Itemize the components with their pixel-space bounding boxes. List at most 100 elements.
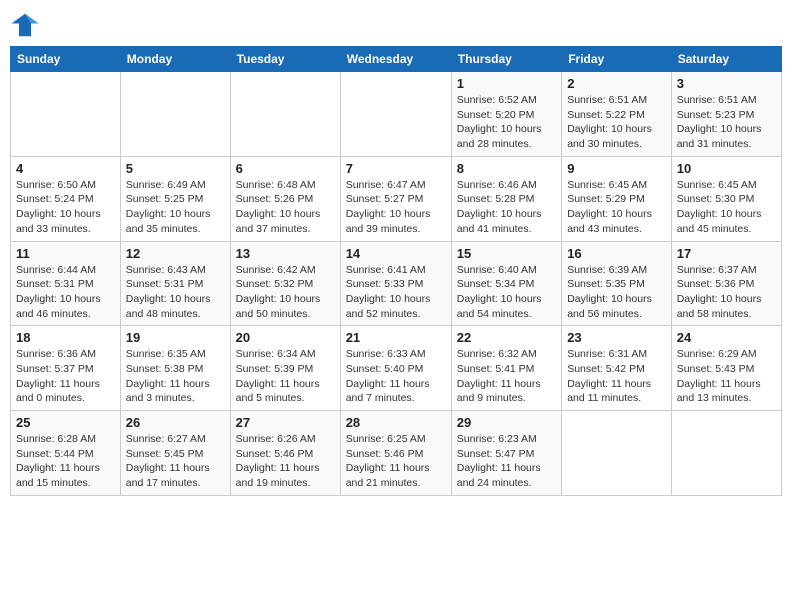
day-header-sunday: Sunday (11, 47, 121, 72)
calendar-cell: 18Sunrise: 6:36 AM Sunset: 5:37 PM Dayli… (11, 326, 121, 411)
calendar-cell: 1Sunrise: 6:52 AM Sunset: 5:20 PM Daylig… (451, 72, 561, 157)
day-number: 1 (457, 76, 556, 91)
day-number: 22 (457, 330, 556, 345)
calendar-cell: 25 Sunrise: 6:28 AM Sunset: 5:44 PM Dayli… (11, 411, 121, 496)
day-info: Sunrise: 6:49 AM Sunset: 5:25 PM Dayligh… (126, 178, 225, 237)
calendar-cell (120, 72, 230, 157)
day-header-saturday: Saturday (671, 47, 781, 72)
calendar-cell: 14Sunrise: 6:41 AM Sunset: 5:33 PM Dayli… (340, 241, 451, 326)
calendar-cell (671, 411, 781, 496)
calendar-cell: 26Sunrise: 6:27 AM Sunset: 5:45 PM Dayli… (120, 411, 230, 496)
calendar-cell: 4 Sunrise: 6:50 AM Sunset: 5:24 PM Daylig… (11, 156, 121, 241)
week-row-3: 11 Sunrise: 6:44 AM Sunset: 5:31 PM Dayli… (11, 241, 782, 326)
day-number: 20 (236, 330, 335, 345)
calendar-cell: 19 Sunrise: 6:35 AM Sunset: 5:38 PM Dayli… (120, 326, 230, 411)
day-header-wednesday: Wednesday (340, 47, 451, 72)
week-row-1: 1Sunrise: 6:52 AM Sunset: 5:20 PM Daylig… (11, 72, 782, 157)
day-number: 15 (457, 246, 556, 261)
day-number: 28 (346, 415, 446, 430)
day-info: Sunrise: 6:37 AM Sunset: 5:36 PM Dayligh… (677, 263, 776, 322)
day-info: Sunrise: 6:34 AM Sunset: 5:39 PM Dayligh… (236, 347, 335, 406)
day-number: 21 (346, 330, 446, 345)
calendar-cell: 7Sunrise: 6:47 AM Sunset: 5:27 PM Daylig… (340, 156, 451, 241)
day-info: Sunrise: 6:33 AM Sunset: 5:40 PM Dayligh… (346, 347, 446, 406)
day-number: 5 (126, 161, 225, 176)
day-info: Sunrise: 6:51 AM Sunset: 5:23 PM Dayligh… (677, 93, 776, 152)
calendar-cell: 23 Sunrise: 6:31 AM Sunset: 5:42 PM Dayli… (562, 326, 672, 411)
week-row-5: 25 Sunrise: 6:28 AM Sunset: 5:44 PM Dayli… (11, 411, 782, 496)
day-header-thursday: Thursday (451, 47, 561, 72)
day-info: Sunrise: 6:26 AM Sunset: 5:46 PM Dayligh… (236, 432, 335, 491)
calendar-cell: 15 Sunrise: 6:40 AM Sunset: 5:34 PM Dayli… (451, 241, 561, 326)
day-number: 17 (677, 246, 776, 261)
day-number: 29 (457, 415, 556, 430)
calendar-cell: 11 Sunrise: 6:44 AM Sunset: 5:31 PM Dayli… (11, 241, 121, 326)
day-number: 25 (16, 415, 115, 430)
calendar-cell: 5 Sunrise: 6:49 AM Sunset: 5:25 PM Daylig… (120, 156, 230, 241)
day-info: Sunrise: 6:28 AM Sunset: 5:44 PM Dayligh… (16, 432, 115, 491)
day-header-tuesday: Tuesday (230, 47, 340, 72)
day-info: Sunrise: 6:50 AM Sunset: 5:24 PM Dayligh… (16, 178, 115, 237)
day-header-monday: Monday (120, 47, 230, 72)
day-number: 4 (16, 161, 115, 176)
day-info: Sunrise: 6:35 AM Sunset: 5:38 PM Dayligh… (126, 347, 225, 406)
calendar-cell: 21 Sunrise: 6:33 AM Sunset: 5:40 PM Dayli… (340, 326, 451, 411)
day-number: 3 (677, 76, 776, 91)
day-info: Sunrise: 6:32 AM Sunset: 5:41 PM Dayligh… (457, 347, 556, 406)
calendar-cell (11, 72, 121, 157)
day-info: Sunrise: 6:44 AM Sunset: 5:31 PM Dayligh… (16, 263, 115, 322)
day-info: Sunrise: 6:45 AM Sunset: 5:30 PM Dayligh… (677, 178, 776, 237)
day-number: 6 (236, 161, 335, 176)
calendar-cell (340, 72, 451, 157)
day-number: 9 (567, 161, 666, 176)
day-number: 19 (126, 330, 225, 345)
day-number: 14 (346, 246, 446, 261)
calendar-cell: 27 Sunrise: 6:26 AM Sunset: 5:46 PM Dayli… (230, 411, 340, 496)
page-header (10, 10, 782, 40)
calendar-cell (562, 411, 672, 496)
day-info: Sunrise: 6:45 AM Sunset: 5:29 PM Dayligh… (567, 178, 666, 237)
calendar-cell: 12 Sunrise: 6:43 AM Sunset: 5:31 PM Dayli… (120, 241, 230, 326)
day-number: 27 (236, 415, 335, 430)
day-info: Sunrise: 6:23 AM Sunset: 5:47 PM Dayligh… (457, 432, 556, 491)
day-info: Sunrise: 6:43 AM Sunset: 5:31 PM Dayligh… (126, 263, 225, 322)
calendar-cell: 9 Sunrise: 6:45 AM Sunset: 5:29 PM Daylig… (562, 156, 672, 241)
day-number: 2 (567, 76, 666, 91)
calendar-cell: 13 Sunrise: 6:42 AM Sunset: 5:32 PM Dayli… (230, 241, 340, 326)
calendar-cell: 16Sunrise: 6:39 AM Sunset: 5:35 PM Dayli… (562, 241, 672, 326)
day-info: Sunrise: 6:36 AM Sunset: 5:37 PM Dayligh… (16, 347, 115, 406)
day-info: Sunrise: 6:51 AM Sunset: 5:22 PM Dayligh… (567, 93, 666, 152)
day-header-friday: Friday (562, 47, 672, 72)
day-number: 12 (126, 246, 225, 261)
calendar-header-row: SundayMondayTuesdayWednesdayThursdayFrid… (11, 47, 782, 72)
day-number: 24 (677, 330, 776, 345)
day-info: Sunrise: 6:39 AM Sunset: 5:35 PM Dayligh… (567, 263, 666, 322)
calendar-table: SundayMondayTuesdayWednesdayThursdayFrid… (10, 46, 782, 496)
calendar-cell: 8 Sunrise: 6:46 AM Sunset: 5:28 PM Daylig… (451, 156, 561, 241)
day-number: 13 (236, 246, 335, 261)
calendar-cell: 20 Sunrise: 6:34 AM Sunset: 5:39 PM Dayli… (230, 326, 340, 411)
calendar-cell (230, 72, 340, 157)
day-info: Sunrise: 6:25 AM Sunset: 5:46 PM Dayligh… (346, 432, 446, 491)
day-info: Sunrise: 6:31 AM Sunset: 5:42 PM Dayligh… (567, 347, 666, 406)
calendar-cell: 10Sunrise: 6:45 AM Sunset: 5:30 PM Dayli… (671, 156, 781, 241)
calendar-cell: 3 Sunrise: 6:51 AM Sunset: 5:23 PM Daylig… (671, 72, 781, 157)
calendar-cell: 17 Sunrise: 6:37 AM Sunset: 5:36 PM Dayli… (671, 241, 781, 326)
day-info: Sunrise: 6:48 AM Sunset: 5:26 PM Dayligh… (236, 178, 335, 237)
calendar-cell: 28 Sunrise: 6:25 AM Sunset: 5:46 PM Dayli… (340, 411, 451, 496)
week-row-2: 4 Sunrise: 6:50 AM Sunset: 5:24 PM Daylig… (11, 156, 782, 241)
day-info: Sunrise: 6:46 AM Sunset: 5:28 PM Dayligh… (457, 178, 556, 237)
day-info: Sunrise: 6:27 AM Sunset: 5:45 PM Dayligh… (126, 432, 225, 491)
calendar-cell: 24Sunrise: 6:29 AM Sunset: 5:43 PM Dayli… (671, 326, 781, 411)
day-number: 7 (346, 161, 446, 176)
calendar-cell: 22 Sunrise: 6:32 AM Sunset: 5:41 PM Dayli… (451, 326, 561, 411)
logo-icon (10, 10, 40, 40)
day-info: Sunrise: 6:40 AM Sunset: 5:34 PM Dayligh… (457, 263, 556, 322)
calendar-cell: 2 Sunrise: 6:51 AM Sunset: 5:22 PM Daylig… (562, 72, 672, 157)
calendar-cell: 29 Sunrise: 6:23 AM Sunset: 5:47 PM Dayli… (451, 411, 561, 496)
day-number: 8 (457, 161, 556, 176)
week-row-4: 18Sunrise: 6:36 AM Sunset: 5:37 PM Dayli… (11, 326, 782, 411)
day-info: Sunrise: 6:42 AM Sunset: 5:32 PM Dayligh… (236, 263, 335, 322)
day-number: 11 (16, 246, 115, 261)
day-number: 23 (567, 330, 666, 345)
